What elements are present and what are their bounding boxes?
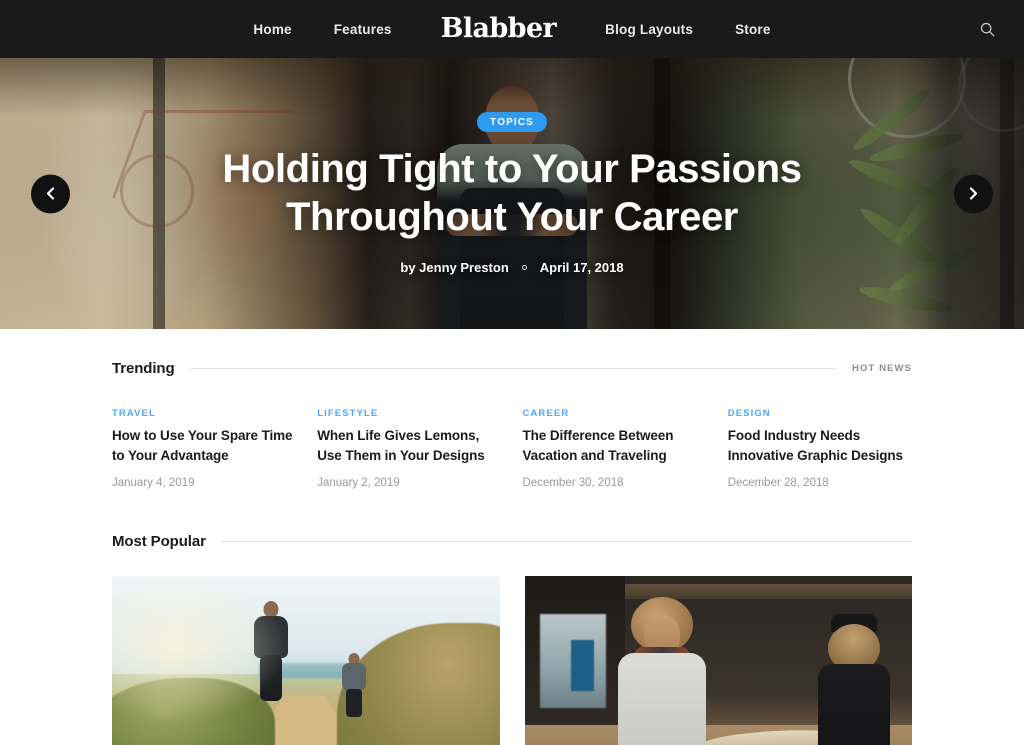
nav-item-blog-layouts[interactable]: Blog Layouts (584, 22, 714, 37)
hero-slider: TOPICS Holding Tight to Your Passions Th… (0, 58, 1024, 329)
nav-item-store[interactable]: Store (714, 22, 792, 37)
trending-category[interactable]: DESIGN (728, 408, 771, 419)
hero-meta: by Jenny Preston April 17, 2018 (400, 260, 623, 275)
section-divider (221, 540, 912, 542)
section-divider (190, 368, 836, 369)
hero-author[interactable]: by Jenny Preston (400, 260, 508, 275)
meta-separator-dot (521, 264, 527, 270)
nav-item-home[interactable]: Home (232, 22, 312, 37)
trending-item: TRAVEL How to Use Your Spare Time to You… (112, 403, 296, 489)
trending-item: DESIGN Food Industry Needs Innovative Gr… (728, 403, 912, 489)
carousel-next-button[interactable] (954, 174, 993, 213)
site-header: Home Features Blabber Blog Layouts Store (0, 0, 1024, 58)
hero-date: April 17, 2018 (539, 259, 624, 275)
hero-content: TOPICS Holding Tight to Your Passions Th… (0, 58, 1024, 329)
trending-heading: Trending HOT NEWS (112, 360, 912, 377)
chevron-right-icon (969, 187, 978, 200)
nav-item-features[interactable]: Features (313, 22, 413, 37)
section-title: Trending (112, 360, 175, 377)
popular-list: SPORT CRAFT (112, 575, 912, 745)
site-logo[interactable]: Blabber (413, 15, 585, 42)
popular-card-image (112, 575, 500, 745)
trending-section: Trending HOT NEWS TRAVEL How to Use Your… (112, 329, 912, 489)
most-popular-section: Most Popular SPORT (112, 489, 912, 745)
trending-list: TRAVEL How to Use Your Spare Time to You… (112, 403, 912, 489)
trending-title[interactable]: The Difference Between Vacation and Trav… (523, 426, 707, 466)
carousel-prev-button[interactable] (31, 174, 70, 213)
trending-title[interactable]: Food Industry Needs Innovative Graphic D… (728, 426, 912, 466)
hot-news-label: HOT NEWS (852, 363, 912, 374)
popular-card-image (524, 575, 912, 745)
trending-date: December 28, 2018 (727, 476, 829, 489)
trending-item: CAREER The Difference Between Vacation a… (523, 403, 707, 489)
trending-title[interactable]: When Life Gives Lemons, Use Them in Your… (317, 426, 501, 466)
search-icon[interactable] (974, 16, 1000, 42)
main-navigation: Home Features Blabber Blog Layouts Store (232, 15, 792, 43)
hero-title[interactable]: Holding Tight to Your Passions Throughou… (212, 146, 812, 241)
trending-category[interactable]: CAREER (523, 408, 570, 419)
trending-item: LIFESTYLE When Life Gives Lemons, Use Th… (317, 403, 501, 489)
trending-date: January 4, 2019 (112, 476, 195, 489)
chevron-left-icon (46, 187, 55, 200)
trending-date: January 2, 2019 (317, 476, 400, 489)
trending-date: December 30, 2018 (522, 476, 624, 489)
trending-category[interactable]: TRAVEL (112, 408, 156, 419)
hero-category-badge[interactable]: TOPICS (477, 112, 547, 133)
section-title: Most Popular (112, 532, 206, 550)
most-popular-heading: Most Popular (112, 533, 912, 550)
trending-title[interactable]: How to Use Your Spare Time to Your Advan… (112, 426, 296, 466)
trending-category[interactable]: LIFESTYLE (317, 408, 378, 419)
popular-card[interactable]: CRAFT (524, 575, 912, 745)
popular-card[interactable]: SPORT (112, 575, 500, 745)
